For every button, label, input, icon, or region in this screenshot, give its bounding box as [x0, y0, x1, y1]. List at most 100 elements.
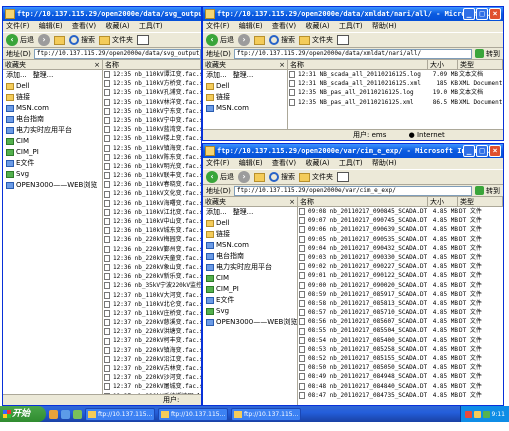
file-row[interactable]: 08:59 nb_20110217_085917_SCADA.DT 4.85 MB… [298, 290, 503, 299]
menu-favorites[interactable]: 收藏(A) [105, 22, 129, 30]
favorite-item[interactable]: E文件 [3, 158, 102, 169]
file-row[interactable]: 12:36 nb_110kV江北变.fac.svg [103, 208, 201, 217]
favorite-item[interactable]: 链接 [203, 229, 297, 240]
file-row[interactable]: 12:36 nb_220kV新乐变.fac.svg [103, 272, 201, 281]
folder-up-icon[interactable] [254, 35, 265, 45]
menu-tools[interactable]: 工具(T) [139, 22, 163, 30]
file-row[interactable]: 12:36 nb_220kV鄞州变.fac.svg [103, 245, 201, 254]
window-svg-output[interactable]: ftp://10.137.115.29/open2000e/data/svg_o… [2, 6, 202, 406]
tray-icon[interactable] [464, 410, 472, 418]
file-row[interactable]: 12:36 nb_220kV象山变.fac.svg [103, 263, 201, 272]
file-row[interactable]: 09:00 nb_20110217_090020_SCADA.DT 4.85 MB… [298, 281, 503, 290]
file-row[interactable]: 12:36 nb_110kV中山变.fac.svg [103, 217, 201, 226]
file-row[interactable]: 09:01 nb_20110217_090122_SCADA.DT 4.85 MB… [298, 271, 503, 280]
favorite-item[interactable]: CIM [203, 273, 297, 284]
file-row[interactable]: 12:35 nb_110kV林洋变.fac.svg [103, 98, 201, 107]
search-button[interactable]: 搜索 [69, 35, 95, 45]
favorite-item[interactable]: CIM_PI [203, 284, 297, 295]
back-button[interactable]: ‹ 后退 [206, 171, 234, 183]
title-bar[interactable]: ftp://10.137.115.29/open2000e/data/xmlda… [203, 7, 503, 21]
file-row[interactable]: 12:37 nb_220kV镇海变.fac.svg [103, 346, 201, 355]
title-bar[interactable]: ftp://10.137.115.29/open2000e/data/svg_o… [3, 7, 201, 21]
maximize-button[interactable]: □ [476, 145, 488, 157]
views-icon[interactable] [337, 35, 349, 45]
minimize-button[interactable]: _ [463, 8, 475, 20]
col-name[interactable]: 名称 [298, 197, 428, 206]
taskbar-item[interactable]: ftp://10.137.115... [158, 407, 228, 421]
tray-icon[interactable] [473, 410, 481, 418]
col-type[interactable]: 类型 [458, 60, 503, 69]
file-row[interactable]: 12:36 nb_220kV梅园变.fac.svg [103, 235, 201, 244]
add-favorite-button[interactable]: 添加... [206, 70, 227, 81]
menu-edit[interactable]: 编辑(E) [239, 159, 263, 167]
address-input[interactable]: ftp://10.137.115.29/open2000e/data/svg_o… [33, 48, 201, 59]
close-button[interactable]: × [489, 8, 501, 20]
folders-button[interactable]: 文件夹 [299, 35, 333, 45]
folders-button[interactable]: 文件夹 [299, 172, 333, 182]
menu-file[interactable]: 文件(F) [206, 22, 230, 30]
tray-icon[interactable] [482, 410, 490, 418]
file-row[interactable]: 08:55 nb_20110217_085504_SCADA.DT 4.85 MB… [298, 326, 503, 335]
favorite-item[interactable]: Dell [203, 218, 297, 229]
go-button[interactable]: 转到 [475, 49, 500, 59]
file-row[interactable]: 12:37 nb_220kV古林变.fac.svg [103, 364, 201, 373]
file-row[interactable]: 12:35 nb_110kV蓝湾变.fac.svg [103, 125, 201, 134]
organize-favorites-button[interactable]: 整理... [233, 70, 254, 81]
menu-view[interactable]: 查看(V) [272, 22, 296, 30]
file-row[interactable]: 09:08 nb_20110217_090845_SCADA.DT 4.85 MB… [298, 207, 503, 216]
favorite-item[interactable]: 电力实时应用平台 [203, 262, 297, 273]
favorite-item[interactable]: 链接 [3, 92, 102, 103]
minimize-button[interactable]: _ [463, 145, 475, 157]
file-row[interactable]: 12:36 nb_110kV海曙变.fac.svg [103, 199, 201, 208]
col-type[interactable]: 类型 [458, 197, 503, 206]
forward-button[interactable]: › [238, 171, 250, 183]
file-row[interactable]: 08:57 nb_20110217_085710_SCADA.DT 4.85 MB… [298, 308, 503, 317]
close-icon[interactable]: × [289, 197, 295, 207]
favorite-item[interactable]: Dell [203, 81, 287, 92]
search-button[interactable]: 搜索 [269, 172, 295, 182]
folder-up-icon[interactable] [254, 172, 265, 182]
file-row[interactable]: 12:36 nb_110kV文化变.fac.svg [103, 189, 201, 198]
col-size[interactable]: 大小 [428, 197, 458, 206]
menu-help[interactable]: 帮助(H) [372, 22, 397, 30]
search-button[interactable]: 搜索 [269, 35, 295, 45]
file-row[interactable]: 12:37 nb_220kV慈溪变.fac.svg [103, 318, 201, 327]
address-input[interactable]: ftp://10.137.115.29/open2000e/data/xmlda… [233, 48, 472, 59]
col-name[interactable]: 名称 [288, 60, 428, 69]
file-row[interactable]: 08:54 nb_20110217_085400_SCADA.DT 4.85 MB… [298, 336, 503, 345]
file-row[interactable]: 12:35 nb_110kV楼上变.fac.svg [103, 134, 201, 143]
file-row[interactable]: 12:35 nb_110kV孔浦变.fac.svg [103, 88, 201, 97]
organize-favorites-button[interactable]: 整理... [233, 207, 254, 218]
go-button[interactable]: 转到 [475, 186, 500, 196]
file-row[interactable]: 12:37 nb_220kV柯丰变.fac.svg [103, 336, 201, 345]
file-row[interactable]: 09:02 nb_20110217_090227_SCADA.DT 4.85 MB… [298, 262, 503, 271]
title-bar[interactable]: ftp://10.137.115.29/open2000e/var/cim_e_… [203, 144, 503, 158]
menu-favorites[interactable]: 收藏(A) [305, 159, 329, 167]
views-icon[interactable] [337, 172, 349, 182]
menu-view[interactable]: 查看(V) [72, 22, 96, 30]
favorite-item[interactable]: MSN.com [203, 103, 287, 114]
file-row[interactable]: 12:37 nb_110kV大河变.fac.svg [103, 291, 201, 300]
file-row[interactable]: 12:37 nb_220kV洪塘变.fac.svg [103, 327, 201, 336]
file-row[interactable]: 12:36 nb_110kV春晓变.fac.svg [103, 180, 201, 189]
menu-favorites[interactable]: 收藏(A) [305, 22, 329, 30]
file-row[interactable]: 08:52 nb_20110217_085155_SCADA.DT 4.85 MB… [298, 354, 503, 363]
menu-help[interactable]: 帮助(H) [372, 159, 397, 167]
col-size[interactable]: 大小 [428, 60, 458, 69]
file-row[interactable]: 12:36 nb_220kV天童变.fac.svg [103, 254, 201, 263]
file-row[interactable]: 12:35 nb_110kV宁东变.fac.svg [103, 107, 201, 116]
close-icon[interactable]: × [279, 60, 285, 70]
favorite-item[interactable]: OPEN3000——WEB浏览 [203, 317, 297, 328]
file-row[interactable]: 12:35 NB_pas_all_20110216125.log 19.0 MB 文… [288, 88, 503, 97]
menu-edit[interactable]: 编辑(E) [239, 22, 263, 30]
favorite-item[interactable]: CIM_PI [3, 147, 102, 158]
file-row[interactable]: 08:56 nb_20110217_085607_SCADA.DT 4.85 MB… [298, 317, 503, 326]
favorite-item[interactable]: CIM [3, 136, 102, 147]
favorite-item[interactable]: 电台指南 [203, 251, 297, 262]
file-row[interactable]: 12:35 nb_110kV镇海变.fac.svg [103, 144, 201, 153]
file-row[interactable]: 08:48 nb_20110217_084840_SCADA.DT 4.85 MB… [298, 382, 503, 391]
taskbar-item[interactable]: ftp://10.137.115... [85, 407, 155, 421]
back-button[interactable]: ‹ 后退 [6, 34, 34, 46]
file-row[interactable]: 12:35 NB_pas_all_20110216125.xml 86.5 MB X… [288, 98, 503, 107]
favorite-item[interactable]: Svg [3, 169, 102, 180]
